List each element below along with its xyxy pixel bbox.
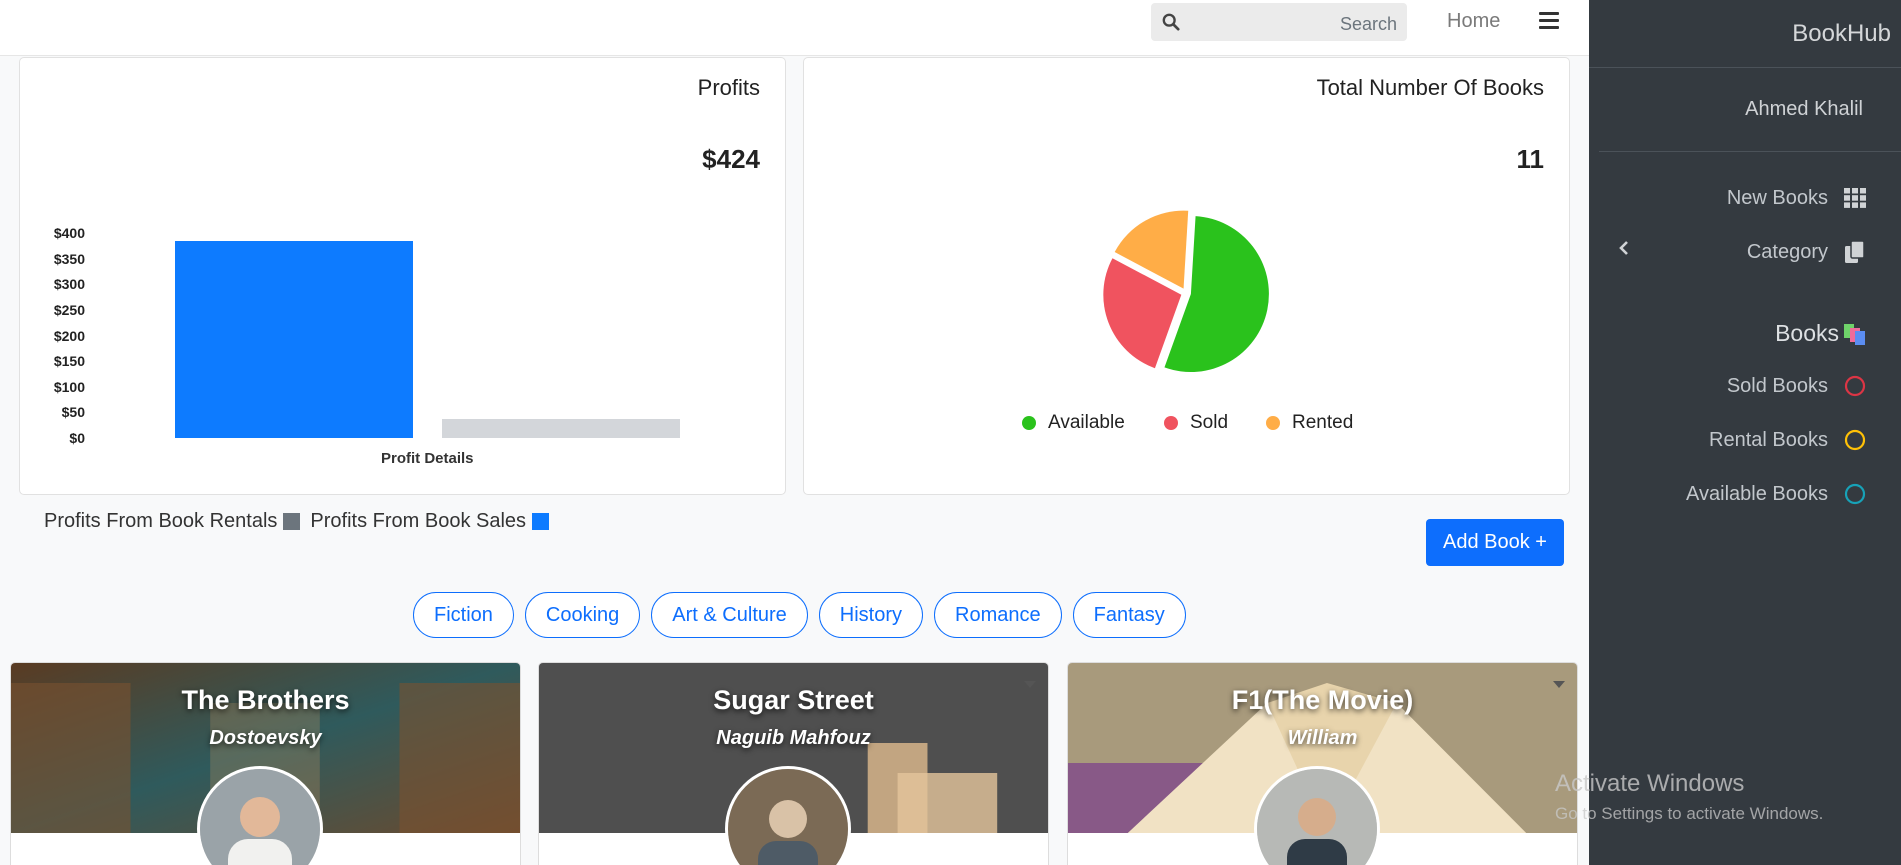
search-icon [1162, 13, 1180, 31]
hamburger-menu-icon[interactable] [1539, 12, 1559, 30]
category-pill-cooking[interactable]: Cooking [524, 592, 641, 638]
grid-icon [1843, 186, 1867, 210]
chevron-left-icon[interactable] [1619, 240, 1629, 256]
sidebar: BookHub Ahmed Khalil New Books Category [1589, 0, 1901, 865]
search-box[interactable]: Search [1151, 3, 1407, 41]
book-card[interactable]: F1(The Movie) William [1067, 662, 1578, 865]
circle-red-icon [1843, 374, 1867, 398]
books-icon [1843, 322, 1867, 346]
category-pill-art-culture[interactable]: Art & Culture [651, 592, 808, 638]
legend-sold[interactable]: Sold [1164, 412, 1228, 434]
legend-sold-label: Sold [1190, 412, 1229, 433]
y-tick-label: $200 [53, 327, 85, 344]
windows-activation-text: Go to Settings to activate Windows. [1555, 804, 1824, 823]
legend-sold-dot [1164, 416, 1178, 430]
rentals-legend-swatch [283, 513, 301, 530]
book-author: William [1287, 727, 1358, 749]
y-tick-label: $250 [53, 301, 85, 318]
category-pill-fantasy[interactable]: Fantasy [1072, 592, 1186, 638]
book-card[interactable]: Sugar Street Naguib Mahfouz [538, 662, 1049, 865]
copy-icon [1843, 240, 1867, 264]
total-books-count: 11 [1516, 144, 1545, 174]
y-tick-label: $400 [53, 225, 85, 241]
circle-yellow-icon [1843, 428, 1867, 452]
app-root: Search Home Profits $424 Profit Details … [0, 0, 1901, 865]
profits-x-title: Profit Details [381, 450, 474, 467]
sales-legend-swatch [532, 513, 550, 530]
legend-rented[interactable]: Rented [1266, 412, 1353, 434]
top-navbar: Search Home [0, 0, 1589, 56]
book-author: Dostoevsky [209, 727, 322, 749]
author-portrait-icon [200, 769, 320, 865]
sidebar-item-books[interactable]: Books [1775, 320, 1867, 347]
book-title: The Brothers [181, 685, 350, 715]
sidebar-item-sold-books[interactable]: Sold Books [1727, 374, 1867, 398]
legend-available[interactable]: Available [1022, 412, 1125, 434]
legend-rented-label: Rented [1292, 412, 1354, 433]
book-title: F1(The Movie) [1231, 685, 1414, 715]
profit-legend: Profits From Book Rentals Profits From B… [44, 510, 559, 533]
legend-available-label: Available [1048, 412, 1125, 433]
profits-card: Profits $424 Profit Details $400 $350 $300… [19, 57, 786, 495]
profits-total: $424 [702, 144, 760, 174]
sales-legend-label: Profits From Book Sales [310, 510, 527, 532]
y-tick-label: $0 [69, 430, 85, 446]
search-input[interactable]: Search [1340, 14, 1397, 35]
book-author: Naguib Mahfouz [716, 727, 871, 749]
books-pie-chart [1103, 210, 1269, 373]
y-tick-label: $350 [53, 250, 85, 267]
author-portrait-icon [728, 769, 848, 865]
sidebar-item-category[interactable]: Category [1747, 240, 1867, 264]
home-link[interactable]: Home [1447, 10, 1500, 33]
y-tick-label: $300 [53, 276, 85, 293]
brand-title[interactable]: BookHub [1792, 20, 1891, 48]
sidebar-item-label: Sold Books [1726, 374, 1828, 397]
category-pill-history[interactable]: History [818, 592, 924, 638]
book-title: Sugar Street [713, 685, 874, 715]
sidebar-item-available-books[interactable]: Available Books [1686, 482, 1867, 506]
total-books-title: Total Number Of Books [1316, 75, 1544, 100]
user-name[interactable]: Ahmed Khalil [1745, 98, 1863, 121]
y-tick-label: $100 [53, 378, 85, 395]
circle-blue-icon [1843, 482, 1867, 506]
rentals-legend-label: Profits From Book Rentals [44, 510, 278, 532]
total-books-card: Total Number Of Books 11 Available Sold … [803, 57, 1570, 495]
bar-profits-from-book-rentals[interactable] [442, 418, 680, 438]
add-book-button[interactable]: Add Book + [1426, 519, 1564, 566]
sidebar-divider [1589, 67, 1901, 68]
y-tick-label: $50 [61, 404, 85, 421]
profits-title: Profits [697, 75, 760, 100]
sidebar-divider [1599, 151, 1901, 152]
sidebar-item-label: Books [1775, 320, 1839, 346]
windows-activation-title: Activate Windows [1555, 770, 1745, 797]
sidebar-item-label: New Books [1726, 186, 1828, 209]
y-tick-label: $150 [53, 353, 85, 370]
book-card[interactable]: The Brothers Dostoevsky [10, 662, 521, 865]
legend-rented-dot [1266, 416, 1280, 430]
category-filter: Fiction Cooking Art & Culture History Ro… [413, 592, 1197, 638]
category-pill-romance[interactable]: Romance [934, 592, 1062, 638]
sidebar-item-label: Category [1746, 240, 1828, 263]
sidebar-item-label: Rental Books [1709, 428, 1828, 451]
author-portrait-icon [1257, 769, 1377, 865]
sidebar-item-rental-books[interactable]: Rental Books [1709, 428, 1867, 452]
sidebar-item-new-books[interactable]: New Books [1727, 186, 1867, 210]
category-pill-fiction[interactable]: Fiction [413, 592, 514, 638]
legend-available-dot [1022, 416, 1036, 430]
sidebar-item-label: Available Books [1686, 482, 1828, 505]
bar-profits-from-book-sales[interactable] [175, 240, 413, 438]
